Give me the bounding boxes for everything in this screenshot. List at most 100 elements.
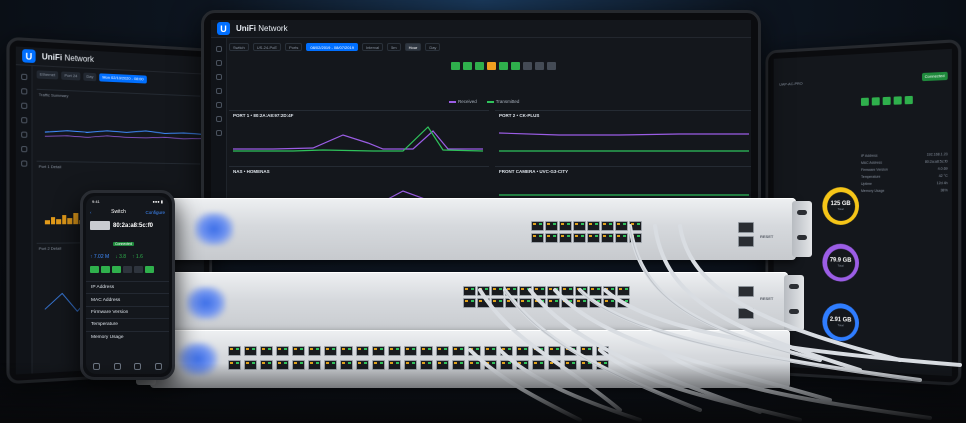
ethernet-port[interactable] — [559, 233, 572, 243]
ethernet-port[interactable] — [308, 346, 321, 356]
left-toolbar-item[interactable]: Port 24 — [61, 72, 80, 81]
port-status-swatch[interactable] — [487, 62, 496, 70]
toolbar-device-select[interactable]: US-24-PoE — [253, 43, 281, 51]
ethernet-port[interactable] — [629, 233, 642, 243]
ethernet-port[interactable] — [545, 233, 558, 243]
ethernet-port[interactable] — [573, 233, 586, 243]
toolbar-5m[interactable]: 5m — [387, 43, 401, 51]
configure-button[interactable]: Configure — [145, 210, 165, 215]
ethernet-port[interactable] — [615, 221, 628, 231]
insights-icon[interactable] — [21, 146, 27, 152]
ethernet-port[interactable] — [617, 298, 630, 308]
ethernet-port[interactable] — [617, 286, 630, 296]
settings-icon[interactable] — [21, 160, 27, 166]
ethernet-port[interactable] — [505, 298, 518, 308]
ethernet-port[interactable] — [575, 298, 588, 308]
ethernet-port[interactable] — [533, 286, 546, 296]
ethernet-port[interactable] — [564, 346, 577, 356]
settings-icon[interactable] — [216, 130, 222, 136]
ethernet-port[interactable] — [463, 298, 476, 308]
ethernet-port[interactable] — [404, 346, 417, 356]
clients-icon[interactable] — [21, 103, 27, 109]
ethernet-port[interactable] — [561, 286, 574, 296]
sfp-port[interactable] — [738, 286, 754, 297]
devices-icon[interactable] — [216, 60, 222, 66]
ethernet-port[interactable] — [531, 221, 544, 231]
map-icon[interactable] — [21, 131, 27, 137]
ethernet-port[interactable] — [468, 346, 481, 356]
ethernet-port[interactable] — [516, 346, 529, 356]
ethernet-port[interactable] — [601, 221, 614, 231]
sfp-port[interactable] — [738, 222, 754, 233]
ethernet-port[interactable] — [436, 346, 449, 356]
ethernet-port[interactable] — [505, 286, 518, 296]
ethernet-port[interactable] — [587, 233, 600, 243]
port-indicator[interactable] — [905, 96, 913, 104]
list-item[interactable]: Temperature — [86, 318, 169, 330]
ethernet-port[interactable] — [603, 298, 616, 308]
phone-port[interactable] — [134, 266, 143, 273]
phone-port[interactable] — [145, 266, 154, 273]
port-indicator[interactable] — [883, 97, 891, 105]
sfp-port[interactable] — [738, 308, 754, 319]
ethernet-port[interactable] — [531, 233, 544, 243]
ethernet-port[interactable] — [603, 286, 616, 296]
ethernet-port[interactable] — [388, 346, 401, 356]
ethernet-port[interactable] — [519, 298, 532, 308]
ethernet-port[interactable] — [559, 221, 572, 231]
ethernet-port[interactable] — [420, 346, 433, 356]
port-status-swatch[interactable] — [535, 62, 544, 70]
phone-port[interactable] — [90, 266, 99, 273]
ethernet-port[interactable] — [324, 346, 337, 356]
port-status-swatch[interactable] — [523, 62, 532, 70]
list-item[interactable]: MAC Address — [86, 293, 169, 305]
phone-port[interactable] — [101, 266, 110, 273]
map-icon[interactable] — [216, 102, 222, 108]
toolbar-ports[interactable]: Ports — [285, 43, 302, 51]
ethernet-port[interactable] — [292, 346, 305, 356]
ethernet-port[interactable] — [589, 298, 602, 308]
ethernet-port[interactable] — [372, 346, 385, 356]
port-indicator[interactable] — [894, 96, 902, 104]
ethernet-port[interactable] — [484, 346, 497, 356]
ethernet-port[interactable] — [601, 233, 614, 243]
ethernet-port[interactable] — [545, 221, 558, 231]
ethernet-port[interactable] — [356, 346, 369, 356]
dashboard-icon[interactable] — [21, 74, 27, 80]
ethernet-port[interactable] — [629, 221, 642, 231]
ethernet-port[interactable] — [228, 346, 241, 356]
ethernet-port[interactable] — [547, 298, 560, 308]
legend-received[interactable]: Received — [449, 99, 477, 104]
port-status-swatch[interactable] — [547, 62, 556, 70]
left-toolbar-item[interactable]: Day — [83, 73, 96, 82]
ethernet-port[interactable] — [548, 346, 561, 356]
dashboard-icon[interactable] — [216, 46, 222, 52]
insights-icon[interactable] — [216, 116, 222, 122]
devices-icon[interactable] — [21, 88, 27, 94]
ethernet-port[interactable] — [477, 298, 490, 308]
ethernet-port[interactable] — [575, 286, 588, 296]
ethernet-port[interactable] — [573, 221, 586, 231]
unifi-logo[interactable]: U — [217, 22, 230, 35]
port-status-swatch[interactable] — [463, 62, 472, 70]
ethernet-port[interactable] — [533, 298, 546, 308]
ethernet-port[interactable] — [477, 286, 490, 296]
port-indicator[interactable] — [872, 97, 880, 105]
phone-port[interactable] — [112, 266, 121, 273]
ethernet-port[interactable] — [340, 346, 353, 356]
ethernet-port[interactable] — [491, 286, 504, 296]
toolbar-interval[interactable]: Interval — [362, 43, 383, 51]
unifi-logo[interactable]: U — [22, 49, 35, 63]
port-status-swatch[interactable] — [475, 62, 484, 70]
port-status-swatch[interactable] — [451, 62, 460, 70]
toolbar-day[interactable]: Day — [425, 43, 440, 51]
ethernet-port[interactable] — [491, 298, 504, 308]
ethernet-port[interactable] — [547, 286, 560, 296]
legend-transmitted[interactable]: Transmitted — [487, 99, 520, 104]
list-item[interactable]: Memory Usage — [86, 331, 169, 343]
clients-icon[interactable] — [216, 74, 222, 80]
ethernet-port[interactable] — [561, 298, 574, 308]
toolbar-device-type[interactable]: Switch — [229, 43, 249, 51]
ethernet-port[interactable] — [276, 346, 289, 356]
ethernet-port[interactable] — [260, 346, 273, 356]
